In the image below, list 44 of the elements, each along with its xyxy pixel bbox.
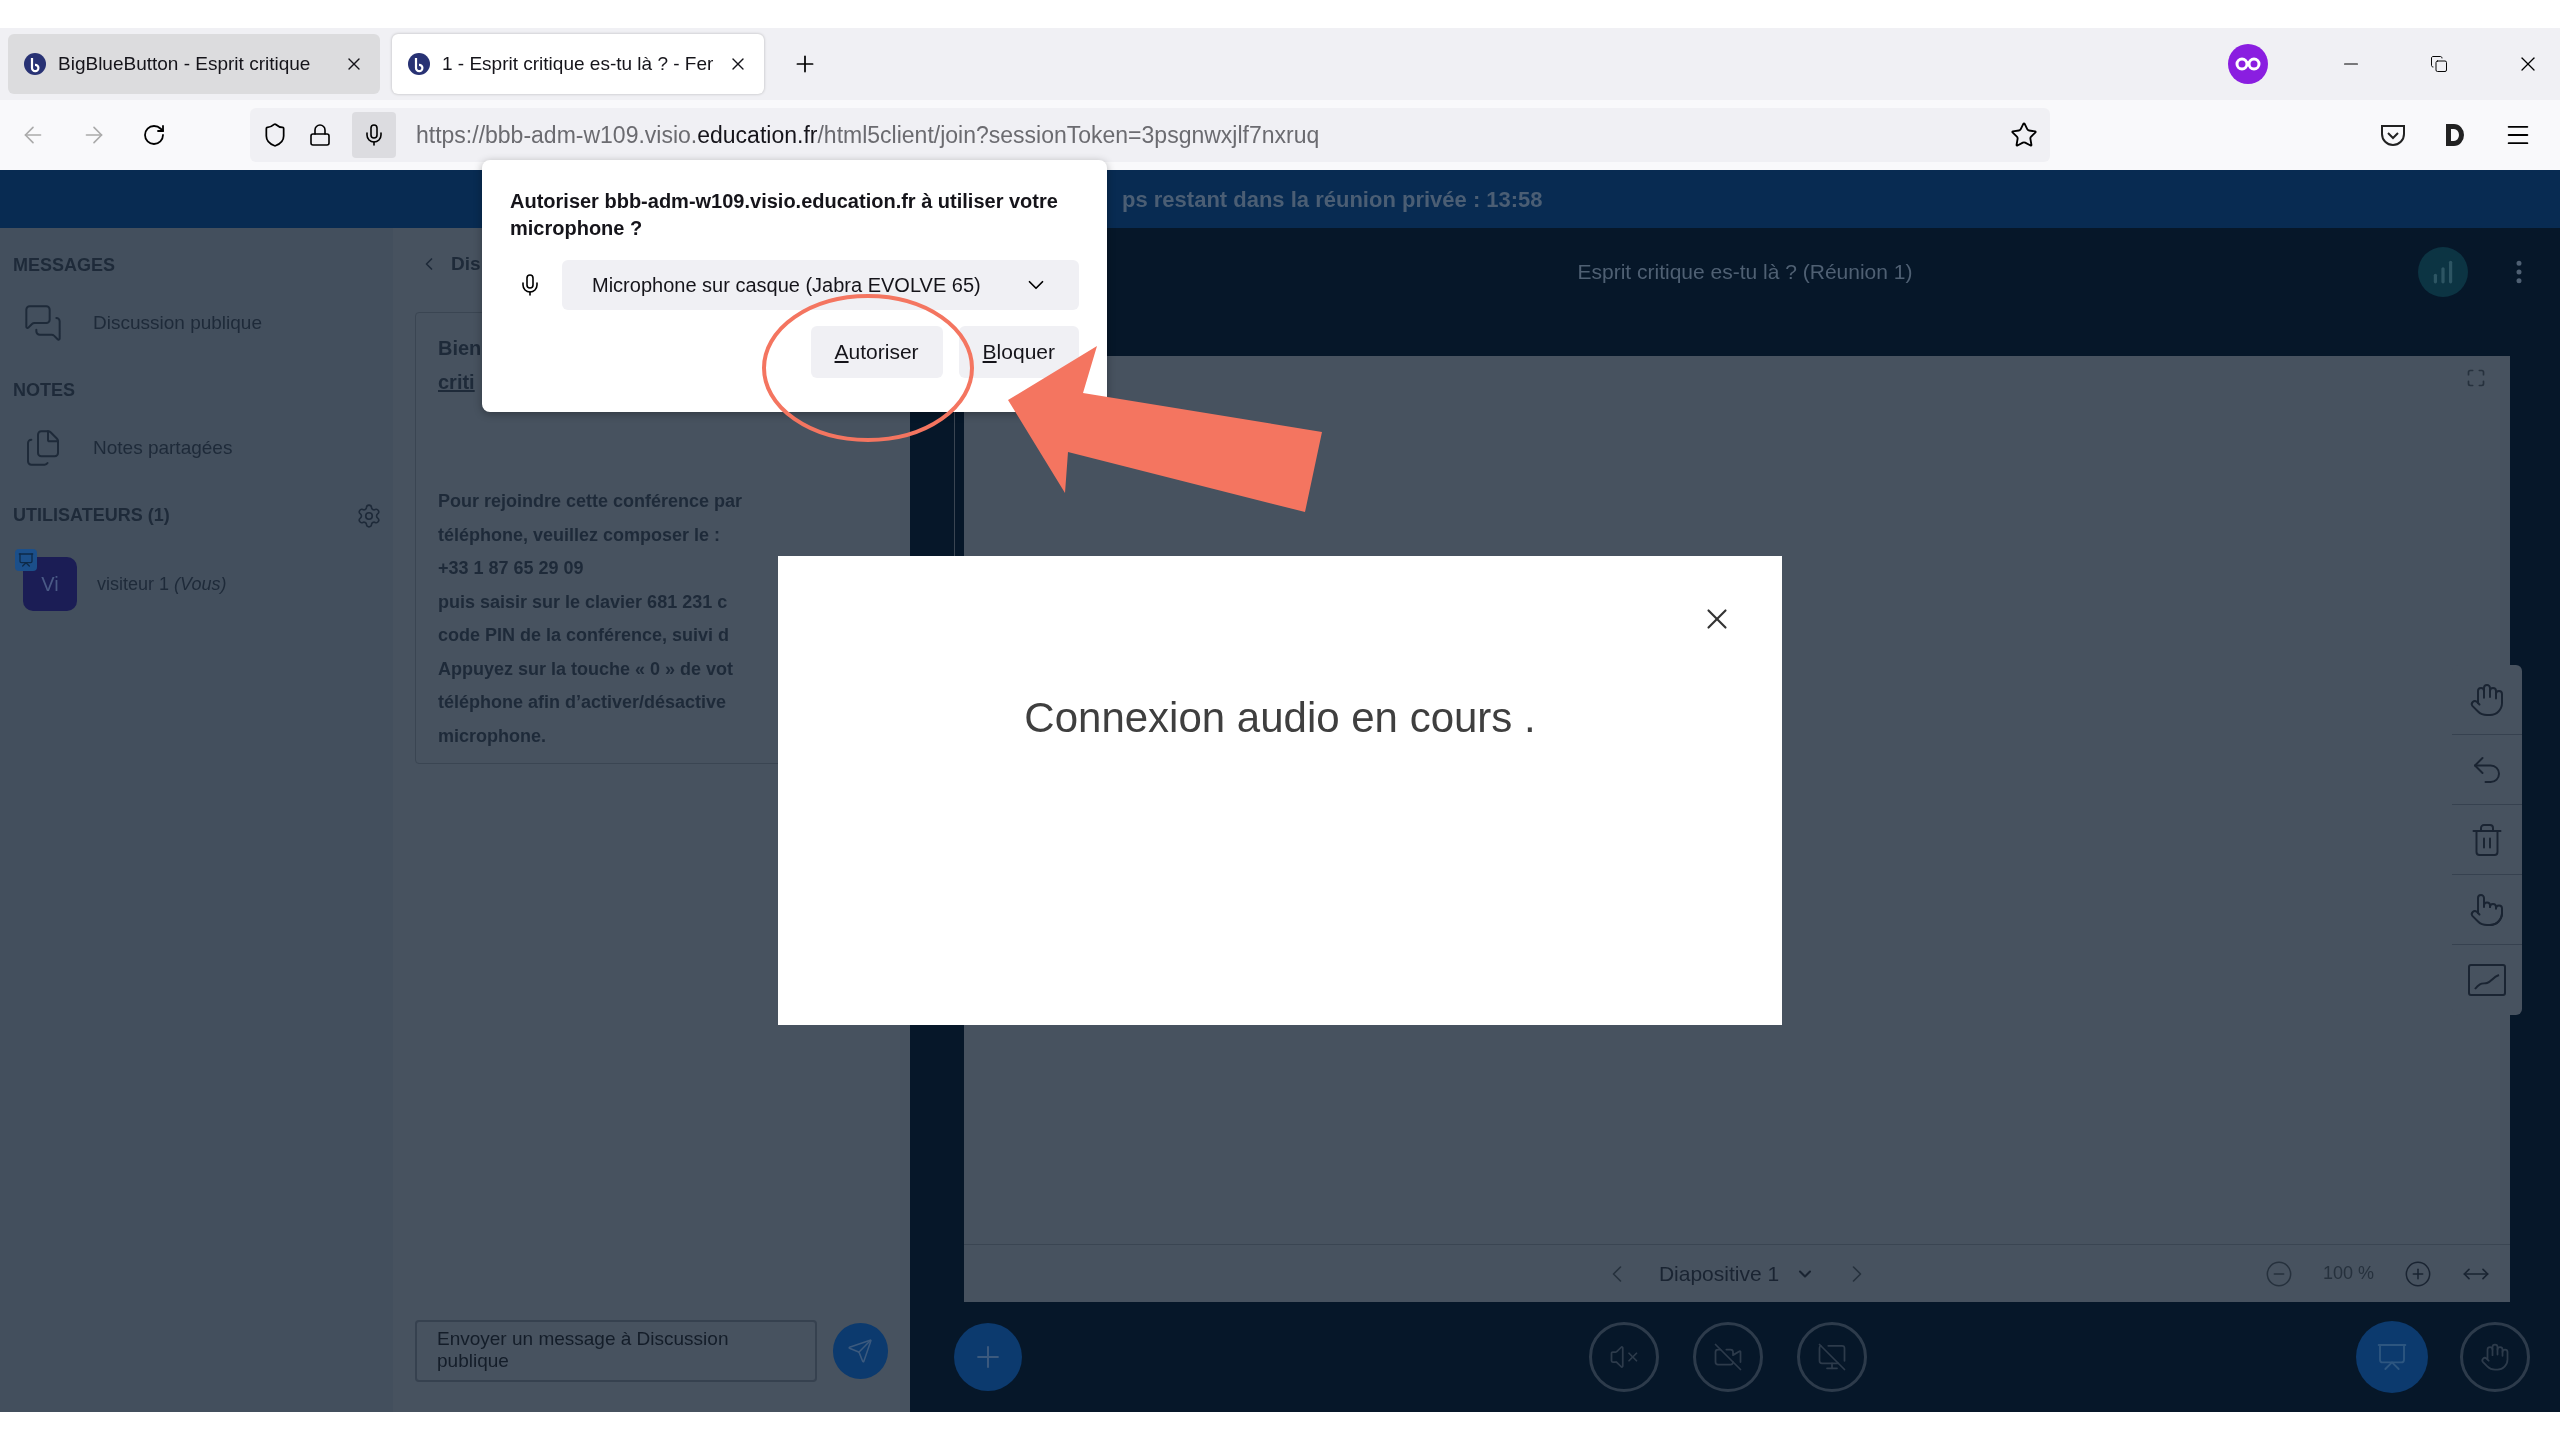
bookmark-star-icon[interactable]	[2010, 121, 2038, 149]
lock-icon[interactable]	[308, 123, 332, 147]
fullscreen-icon[interactable]	[2466, 368, 2486, 388]
audio-button[interactable]	[1589, 1322, 1659, 1392]
screen-off-icon	[1817, 1342, 1847, 1372]
shield-icon[interactable]	[262, 122, 288, 148]
zoom-out-icon[interactable]	[2264, 1259, 2293, 1288]
zoom-in-icon[interactable]	[2404, 1259, 2432, 1288]
hand-icon[interactable]	[2469, 681, 2505, 718]
prompt-button[interactable]: Autoriser	[810, 326, 943, 378]
connection-status-icon[interactable]	[2418, 247, 2468, 297]
tab-title: 1 - Esprit critique es-tu là ? - Fer	[442, 51, 715, 76]
banner-text: ps restant dans la réunion privée : 13:58	[1122, 185, 1543, 214]
url-text: https://bbb-adm-w109.visio.education.fr/html5client/join?sessionToken=3psgnwxjlf7nxruq	[416, 120, 1321, 150]
prompt-message: Autoriser bbb-adm-w109.visio.education.fr à utiliser votre microphone ?	[510, 189, 1059, 241]
reload-icon[interactable]	[142, 123, 166, 147]
user-avatar: Vi	[23, 557, 77, 611]
settings-icon[interactable]	[356, 502, 382, 529]
camera-off-icon	[1713, 1342, 1743, 1372]
chat-bubbles-icon	[23, 303, 63, 343]
pocket-icon[interactable]	[2380, 123, 2406, 147]
dialog-message: Connexion audio en cours .	[1024, 693, 1536, 743]
tab-favicon-icon	[408, 53, 430, 75]
raise-hand-button[interactable]	[2460, 1322, 2530, 1392]
tab-favicon-icon	[24, 53, 46, 75]
browser-tab[interactable]: 1 - Esprit critique es-tu là ? - Fer	[392, 34, 764, 94]
meeting-title: Esprit critique es-tu là ? (Réunion 1)	[1577, 259, 1913, 286]
camera-button[interactable]	[1693, 1322, 1763, 1392]
restore-icon[interactable]	[2430, 55, 2448, 73]
address-bar[interactable]: https://bbb-adm-w109.visio.education.fr/html5client/join?sessionToken=3psgnwxjlf7nxruq	[250, 108, 2050, 162]
pointer-icon[interactable]	[2469, 891, 2505, 928]
tab-title: BigBlueButton - Esprit critique	[58, 51, 312, 76]
mask-icon[interactable]	[2228, 44, 2268, 84]
prompt-button[interactable]: Bloquer	[958, 326, 1079, 378]
hand-icon	[2480, 1342, 2510, 1372]
device-dropdown[interactable]: Microphone sur casque (Jabra EVOLVE 65)	[562, 260, 1079, 310]
send-button[interactable]	[832, 1323, 888, 1379]
line-chart-icon[interactable]	[2467, 963, 2507, 997]
browser-tab[interactable]: BigBlueButton - Esprit critique	[8, 34, 380, 94]
send-icon	[847, 1338, 874, 1364]
presentation-icon	[2376, 1341, 2408, 1373]
screen-share-button[interactable]	[1797, 1322, 1867, 1392]
microphone-permission-icon[interactable]	[352, 112, 396, 158]
letter-d-icon[interactable]	[2444, 122, 2466, 148]
